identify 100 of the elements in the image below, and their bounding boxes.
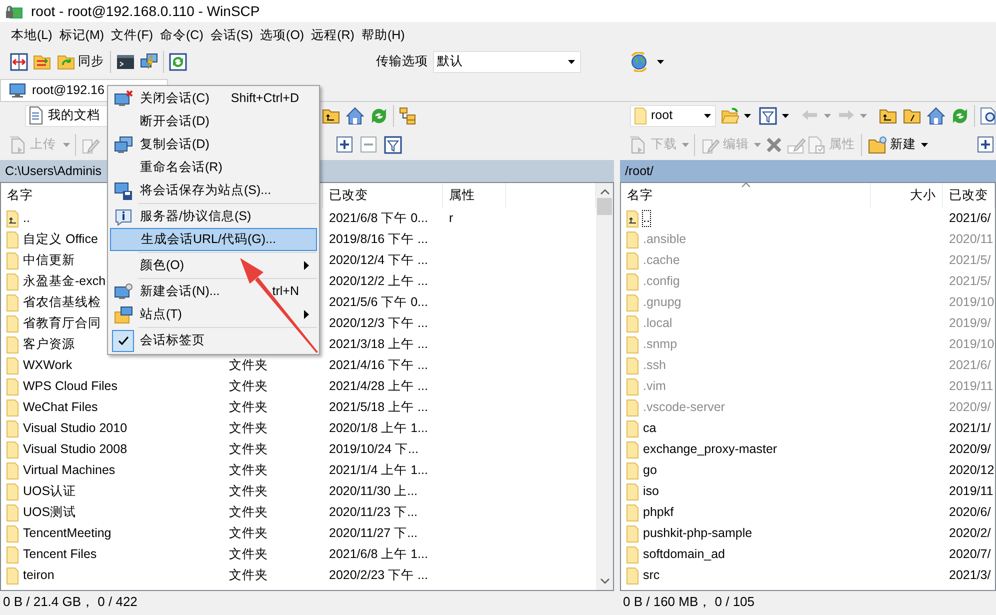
- home-icon[interactable]: [927, 106, 946, 124]
- menu-item[interactable]: 站点(T): [110, 303, 317, 326]
- file-name[interactable]: Visual Studio 2010: [23, 421, 128, 436]
- root-folder-icon[interactable]: [903, 106, 922, 124]
- transfer-dropdown[interactable]: 默认: [433, 50, 581, 72]
- caret-icon[interactable]: [782, 114, 790, 118]
- file-name[interactable]: WXWork: [23, 358, 72, 373]
- menu-item[interactable]: 会话标签页: [110, 329, 317, 352]
- caret-icon[interactable]: [921, 142, 928, 146]
- path-text: C:\Users\Adminis: [5, 164, 102, 178]
- menu-item[interactable]: 断开会话(D): [110, 110, 317, 133]
- file-name[interactable]: 省农信基线检: [23, 295, 101, 310]
- file-name[interactable]: src: [643, 568, 660, 583]
- column-header[interactable]: 名字: [621, 183, 871, 208]
- menu-item[interactable]: 文件(F): [108, 28, 156, 42]
- scroll-down-icon[interactable]: [600, 577, 610, 585]
- sync-button[interactable]: 同步: [56, 52, 105, 70]
- scroll-up-icon[interactable]: [600, 188, 610, 196]
- folder-icon: [626, 378, 639, 396]
- file-name[interactable]: teiron: [23, 568, 54, 583]
- folder-icon: [6, 566, 19, 584]
- modified-time: 2021/5/: [949, 274, 991, 288]
- status-text: 0 B / 160 MB， 0 / 105: [623, 594, 755, 610]
- parent-folder-icon: [626, 210, 639, 228]
- scroll-thumb[interactable]: [597, 198, 612, 215]
- parent-folder-icon: [6, 210, 19, 228]
- open-folder-icon[interactable]: [721, 106, 740, 124]
- menu-item[interactable]: 服务器/协议信息(S): [110, 205, 317, 228]
- filter-icon[interactable]: [384, 136, 402, 154]
- tree-icon[interactable]: [399, 106, 417, 124]
- menu-item[interactable]: 重命名会话(R): [110, 156, 317, 179]
- close-session-icon: [114, 90, 132, 108]
- file-name[interactable]: 永盈基金-exch: [23, 274, 106, 289]
- menu-item[interactable]: 颜色(O): [110, 254, 317, 277]
- file-name[interactable]: 客户资源: [23, 337, 75, 352]
- plus-icon[interactable]: [977, 136, 994, 153]
- menu-item[interactable]: 标记(M): [56, 28, 108, 42]
- caret-icon[interactable]: [744, 114, 752, 118]
- file-name[interactable]: Tencent Files: [23, 547, 97, 562]
- filter-icon[interactable]: [759, 106, 778, 124]
- folder-icon[interactable]: [322, 106, 340, 124]
- file-type: 文件夹: [229, 484, 268, 498]
- parent-folder-icon[interactable]: [879, 106, 898, 124]
- file-name[interactable]: 自定义 Office: [23, 232, 98, 247]
- column-header[interactable]: 属性: [443, 183, 506, 208]
- home-icon[interactable]: [346, 106, 364, 124]
- file-name[interactable]: iso: [643, 484, 659, 499]
- menu-item[interactable]: 帮助(H): [358, 28, 408, 42]
- monitors-lightning-icon[interactable]: [140, 52, 158, 70]
- file-name[interactable]: TencentMeeting: [23, 526, 112, 541]
- file-name[interactable]: ca: [643, 421, 656, 436]
- plus-icon[interactable]: [336, 136, 353, 153]
- file-name[interactable]: ..: [643, 211, 650, 226]
- monitor-gear-icon: [114, 282, 132, 300]
- menu-item[interactable]: 本地(L): [8, 28, 56, 42]
- transfer-options-label: 传输选项: [376, 54, 428, 69]
- refresh-icon[interactable]: [169, 52, 187, 70]
- file-name[interactable]: go: [643, 463, 657, 478]
- column-header[interactable]: 大小: [871, 183, 943, 208]
- folder-icon: [6, 314, 19, 332]
- file-name[interactable]: UOS测试: [23, 505, 76, 520]
- file-name[interactable]: pushkit-php-sample: [643, 526, 752, 541]
- location-dropdown[interactable]: root: [630, 104, 716, 126]
- terminal-icon[interactable]: [116, 52, 135, 70]
- file-name[interactable]: WeChat Files: [23, 400, 98, 415]
- find-icon[interactable]: [980, 106, 996, 124]
- menu-item[interactable]: 选项(O): [257, 28, 308, 42]
- file-name[interactable]: WPS Cloud Files: [23, 379, 118, 394]
- column-header[interactable]: 已改变: [943, 183, 995, 208]
- file-name[interactable]: exchange_proxy-master: [643, 442, 778, 457]
- column-header[interactable]: 已改变: [323, 183, 443, 208]
- file-name[interactable]: Virtual Machines: [23, 463, 116, 478]
- file-name[interactable]: ..: [23, 211, 30, 226]
- scrollbar[interactable]: [596, 183, 613, 590]
- new-folder-icon: [868, 136, 887, 154]
- menu-item[interactable]: 会话(S): [207, 28, 256, 42]
- modified-time: 2020/6/: [949, 505, 991, 519]
- modified-time: 2021/5/: [949, 253, 991, 267]
- folder-icon: [6, 524, 19, 542]
- menu-item[interactable]: 新建会话(N)... trl+N: [110, 280, 317, 303]
- globe-icon[interactable]: [629, 52, 649, 72]
- file-name[interactable]: Visual Studio 2008: [23, 442, 128, 457]
- file-name[interactable]: 省教育厅合同: [23, 316, 101, 331]
- folders-icon[interactable]: [33, 52, 51, 70]
- file-name[interactable]: softdomain_ad: [643, 547, 726, 562]
- menu-item[interactable]: 远程(R): [308, 28, 358, 42]
- menu-item[interactable]: 生成会话URL/代码(G)...: [110, 228, 317, 251]
- new-button[interactable]: 新建: [867, 136, 917, 154]
- menu-item[interactable]: 命令(C): [157, 28, 206, 42]
- folder-icon: [6, 462, 19, 480]
- file-name[interactable]: phpkf: [643, 505, 674, 520]
- modified-time: 2021/6/: [949, 211, 991, 225]
- menu-item[interactable]: 复制会话(D): [110, 133, 317, 156]
- delete-icon[interactable]: [765, 136, 783, 154]
- split-arrows-icon[interactable]: [10, 52, 28, 70]
- caret-icon[interactable]: [657, 60, 664, 64]
- file-name[interactable]: UOS认证: [23, 484, 76, 499]
- caret-icon: [704, 114, 712, 118]
- modified-time: 2020/11/27 下...: [329, 526, 418, 540]
- file-name[interactable]: 中信更新: [23, 253, 75, 268]
